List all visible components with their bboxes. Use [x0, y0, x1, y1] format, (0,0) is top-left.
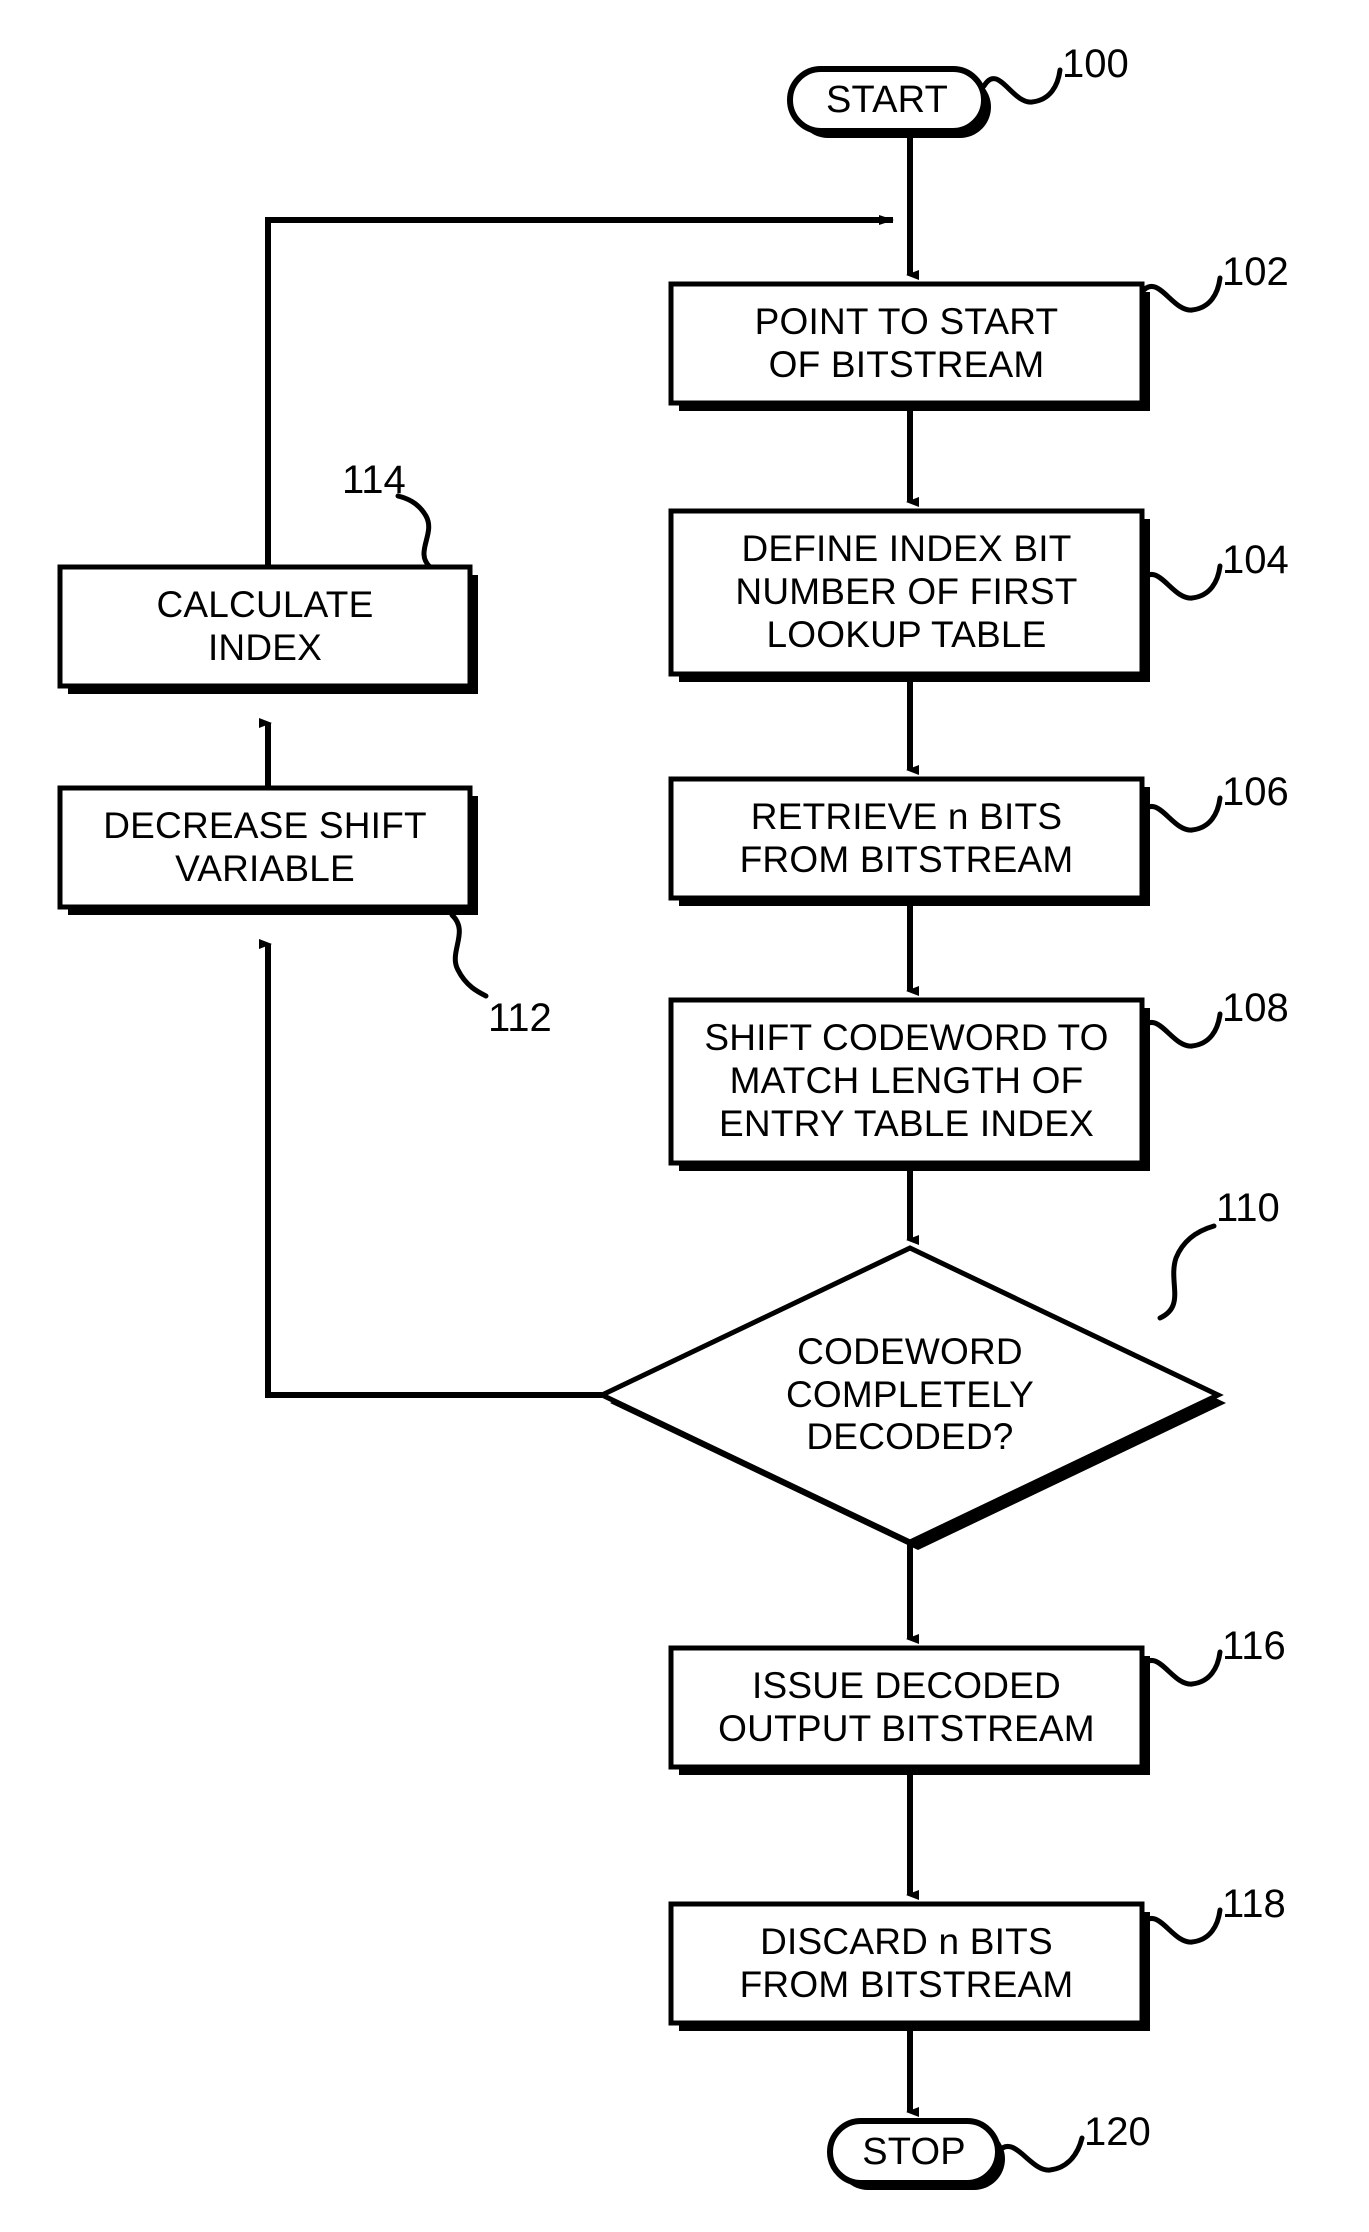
ref-numeral-102: 102	[1222, 250, 1289, 294]
box-104-shape	[668, 508, 1150, 682]
box-112-shape	[57, 785, 478, 915]
ref-numeral-104: 104	[1222, 538, 1289, 582]
ref-numeral-100: 100	[1062, 42, 1129, 86]
ref-numeral-108: 108	[1222, 986, 1289, 1030]
leader-100	[981, 67, 1063, 105]
leader-108	[1139, 1011, 1223, 1049]
box-114-shape	[57, 564, 478, 694]
ref-numeral-110: 110	[1216, 1186, 1280, 1230]
flowchart-canvas	[57, 66, 1226, 2190]
stop-terminator-shape	[827, 2118, 1005, 2190]
ref-numeral-114: 114	[342, 458, 406, 502]
leader-120	[995, 2135, 1085, 2173]
leader-106	[1139, 795, 1223, 833]
leader-118	[1139, 1907, 1223, 1945]
start-terminator-shape	[787, 66, 991, 138]
box-116-shape	[668, 1645, 1150, 1775]
ref-numeral-116: 116	[1222, 1624, 1286, 1668]
flowchart-figure: START POINT TO START OF BITSTREAM DEFINE…	[0, 0, 1369, 2232]
ref-numeral-112: 112	[488, 996, 552, 1040]
box-118-shape	[668, 1901, 1150, 2031]
leader-102	[1139, 275, 1223, 313]
leader-104	[1139, 563, 1223, 601]
ref-numeral-106: 106	[1222, 770, 1289, 814]
leader-112	[449, 912, 489, 999]
box-102-shape	[668, 281, 1150, 411]
ref-numeral-120: 120	[1084, 2110, 1151, 2154]
ref-numeral-118: 118	[1222, 1882, 1286, 1926]
edge-110-to-112	[259, 939, 602, 1398]
leader-116	[1139, 1649, 1223, 1687]
leader-114	[395, 493, 433, 570]
diamond-110-shape	[596, 1245, 1226, 1550]
box-108-shape	[668, 997, 1150, 1171]
box-106-shape	[668, 776, 1150, 906]
leader-110	[1157, 1223, 1217, 1321]
